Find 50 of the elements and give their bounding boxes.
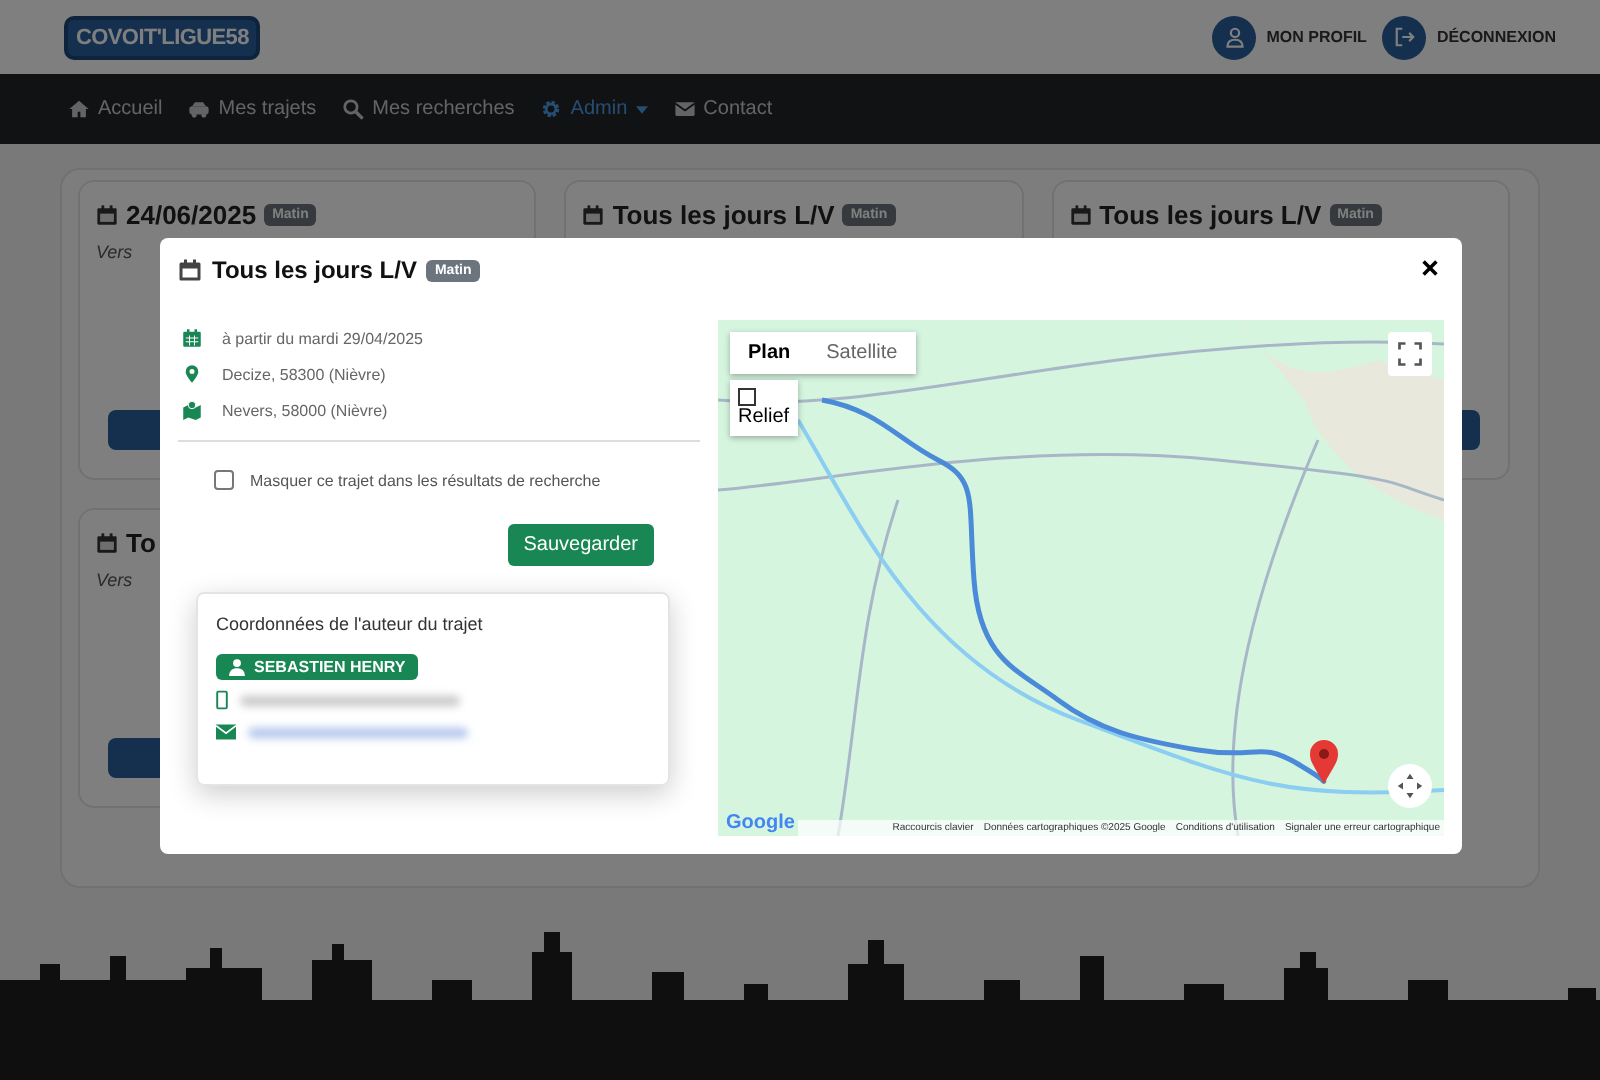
checkbox-label: Masquer ce trajet dans les résultats de recherche xyxy=(250,471,601,489)
user-icon xyxy=(228,658,246,676)
card-title: Tous les jours L/V xyxy=(612,200,835,230)
author-heading: Coordonnées de l'auteur du trajet xyxy=(216,614,483,634)
gear-icon xyxy=(540,98,563,120)
calendar-icon xyxy=(1069,204,1092,226)
home-icon xyxy=(68,98,90,120)
nav-link[interactable]: Mes trajets xyxy=(188,98,317,120)
dialog-title: Tous les jours L/V xyxy=(212,256,417,284)
checkbox[interactable] xyxy=(214,470,234,490)
header-link[interactable]: MON PROFIL xyxy=(1212,15,1367,59)
fullscreen-button[interactable] xyxy=(1388,332,1432,376)
map-type-tab[interactable]: Plan xyxy=(730,332,809,374)
detail-text: à partir du mardi 29/04/2025 xyxy=(222,329,424,347)
nav-link[interactable]: Accueil xyxy=(68,98,163,120)
card-subtitle: Vers xyxy=(96,242,133,262)
card-title: 24/06/2025 xyxy=(126,200,257,230)
user-icon xyxy=(1212,15,1257,59)
logout-icon xyxy=(1382,15,1427,59)
header-link[interactable]: DÉCONNEXION xyxy=(1382,15,1556,59)
mail-icon xyxy=(216,724,236,740)
author-name-badge: SEBASTIEN HENRY xyxy=(216,654,418,680)
card-title: To xyxy=(126,528,156,558)
nav-link[interactable]: Mes recherches xyxy=(342,98,515,120)
search-icon xyxy=(342,98,365,120)
site-logo[interactable]: COVOIT'LIGUE58 xyxy=(64,15,261,59)
detail-text: Decize, 58300 (Nièvre) xyxy=(222,365,386,383)
map-type-tab[interactable]: Satellite xyxy=(808,332,916,374)
card-title: Tous les jours L/V xyxy=(1099,200,1322,230)
mail-icon xyxy=(673,98,696,120)
save-button[interactable]: Sauvegarder xyxy=(507,524,654,566)
phone-icon xyxy=(216,690,228,710)
relief-option[interactable]: Relief xyxy=(730,380,798,436)
card-subtitle: Vers xyxy=(96,570,133,590)
calendar-icon xyxy=(182,328,202,348)
move-arrows-icon xyxy=(1396,772,1424,800)
calendar-icon xyxy=(96,204,118,226)
calendar-icon xyxy=(96,532,118,554)
detail-text: Nevers, 58000 (Nièvre) xyxy=(222,401,388,419)
fullscreen-icon xyxy=(1398,342,1422,366)
map-logo: Google xyxy=(726,812,795,834)
nav-link[interactable]: Contact xyxy=(673,98,773,120)
close-icon xyxy=(1422,260,1438,276)
checkbox[interactable] xyxy=(738,388,756,406)
calendar-icon xyxy=(582,204,605,226)
car-icon xyxy=(188,98,211,120)
location-pin-icon xyxy=(182,364,202,384)
location-pin-icon xyxy=(1310,740,1338,784)
calendar-icon xyxy=(178,258,202,282)
map-icon xyxy=(182,400,202,420)
